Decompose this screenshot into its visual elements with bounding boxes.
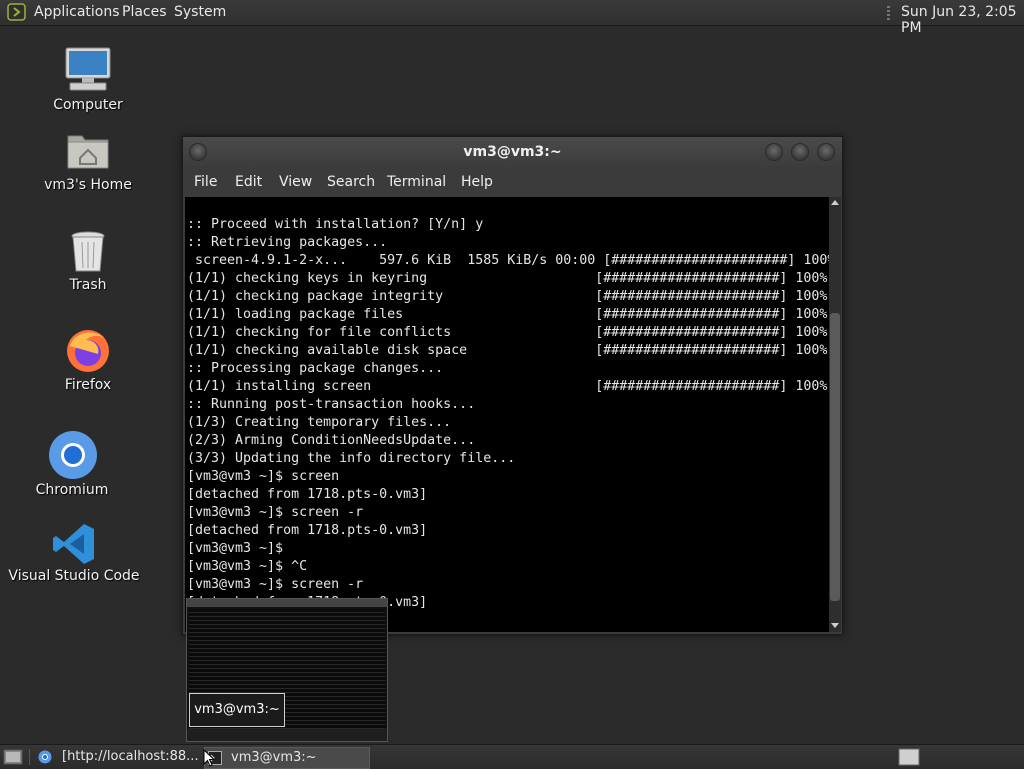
taskbar-item-terminal[interactable]: vm3@vm3:~ <box>204 747 370 769</box>
taskbar-item-label: vm3@vm3:~ <box>231 750 317 765</box>
chromium-icon <box>49 431 97 479</box>
window-title: vm3@vm3:~ <box>463 144 562 160</box>
desktop-icon-label: Chromium <box>35 482 109 498</box>
show-desktop-icon[interactable] <box>3 748 23 766</box>
bottom-panel: [http://localhost:88... vm3@vm3:~ <box>0 744 1024 769</box>
taskbar-item-chromium[interactable]: [http://localhost:88... <box>36 747 198 767</box>
taskbar-item-label: [http://localhost:88... <box>62 749 198 764</box>
desktop-icon-trash[interactable]: Trash <box>18 228 158 296</box>
panel-separator <box>887 6 890 20</box>
computer-icon <box>65 47 111 91</box>
desktop-icon-label: vm3's Home <box>44 177 132 193</box>
terminal-output: :: Proceed with installation? [Y/n] y ::… <box>187 217 829 610</box>
maximize-icon[interactable] <box>791 143 809 161</box>
window-titlebar[interactable]: vm3@vm3:~ <box>183 137 842 167</box>
places-menu[interactable]: Places <box>122 4 167 20</box>
menu-search[interactable]: Search <box>327 174 375 190</box>
menu-terminal[interactable]: Terminal <box>387 174 446 190</box>
menu-view[interactable]: View <box>279 174 312 190</box>
trash-icon <box>71 231 105 272</box>
terminal-scrollbar[interactable] <box>829 197 841 632</box>
distro-menu-icon[interactable] <box>7 3 26 21</box>
window-preview-thumbnail[interactable]: vm3@vm3:~ <box>186 598 388 742</box>
preview-caption: vm3@vm3:~ <box>189 693 285 727</box>
menu-file[interactable]: File <box>194 174 217 190</box>
scrollbar-thumb[interactable] <box>830 313 840 601</box>
mouse-pointer-icon <box>203 749 215 767</box>
desktop-icon-home[interactable]: vm3's Home <box>18 128 158 196</box>
close-icon[interactable] <box>817 143 835 161</box>
preview-statusline <box>187 729 387 741</box>
menu-help[interactable]: Help <box>461 174 493 190</box>
desktop-icon-firefox[interactable]: Firefox <box>18 326 158 396</box>
home-folder-icon <box>67 135 109 169</box>
panel-divider <box>29 749 30 765</box>
terminal-screen[interactable]: :: Proceed with installation? [Y/n] y ::… <box>185 197 829 632</box>
desktop-icon-label: Trash <box>69 277 107 293</box>
applications-menu[interactable]: Applications <box>34 4 120 20</box>
desktop-icon-vscode[interactable]: Visual Studio Code <box>4 520 144 590</box>
chromium-icon <box>38 750 52 764</box>
vscode-icon <box>53 524 94 564</box>
desktop-icon-label: Visual Studio Code <box>8 568 140 584</box>
minimize-icon[interactable] <box>765 143 783 161</box>
menu-edit[interactable]: Edit <box>235 174 262 190</box>
desktop-icon-label: Firefox <box>64 377 112 393</box>
terminal-menubar: File Edit View Search Terminal Help <box>183 167 842 197</box>
top-panel: Applications Places System Sun Jun 23, 2… <box>0 0 1024 36</box>
system-menu[interactable]: System <box>174 4 226 20</box>
scroll-down-icon[interactable] <box>831 623 839 628</box>
desktop-icon-label: Computer <box>53 97 123 113</box>
desktop-icon-computer[interactable]: Computer <box>18 44 158 116</box>
clock[interactable]: Sun Jun 23, 2:05 PM <box>901 4 1024 36</box>
terminal-window[interactable]: vm3@vm3:~ File Edit View Search Terminal… <box>182 136 843 635</box>
scroll-up-icon[interactable] <box>831 200 839 205</box>
desktop-icon-chromium[interactable]: Chromium <box>2 430 142 500</box>
firefox-icon <box>67 330 109 372</box>
workspace-switcher-icon[interactable] <box>898 748 920 766</box>
preview-menubar <box>187 599 387 607</box>
